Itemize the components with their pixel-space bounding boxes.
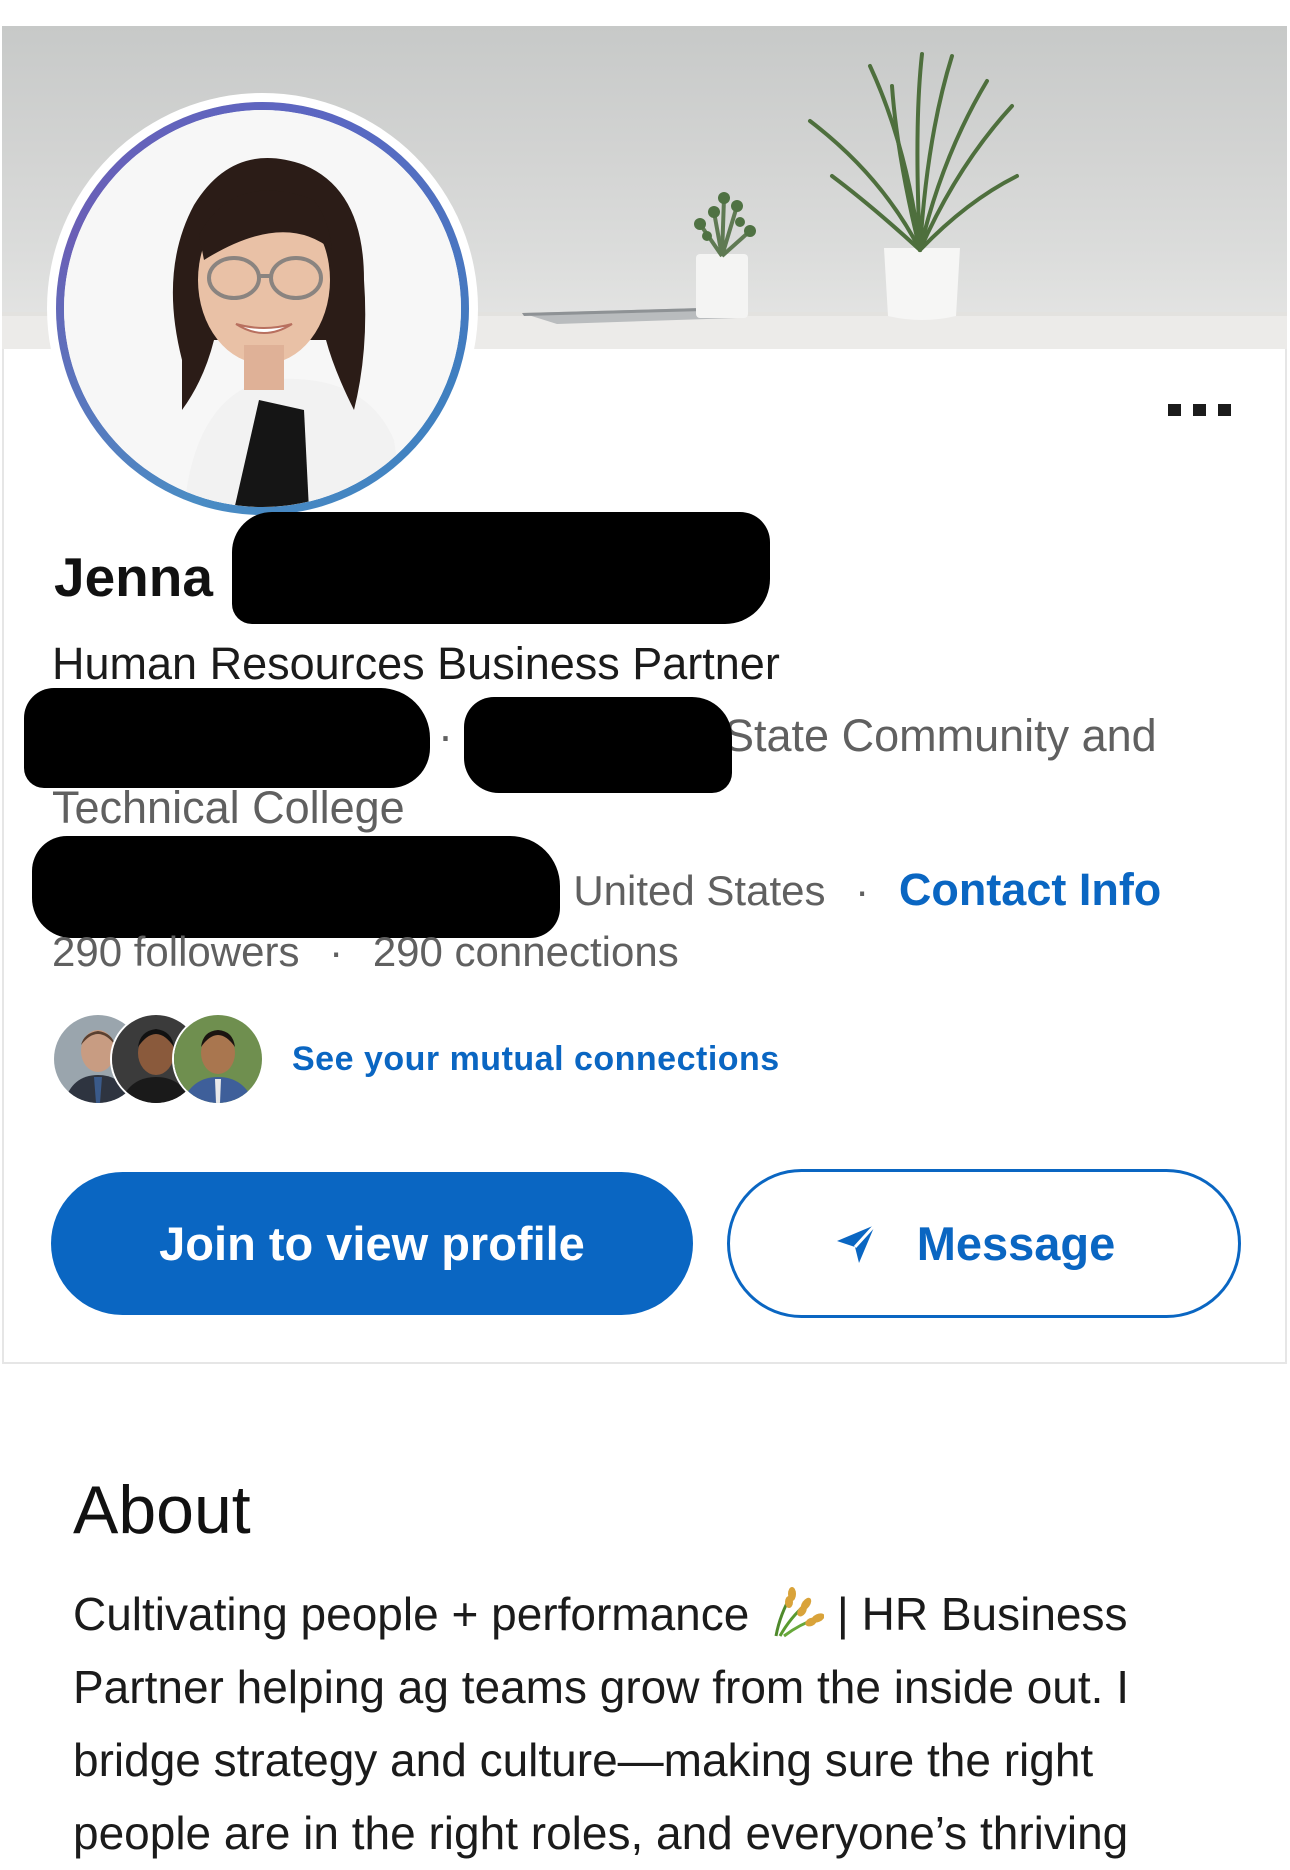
education-separator: ·	[438, 710, 453, 761]
education-school-name-cont: Technical College	[52, 782, 405, 833]
location-text: , United States	[550, 867, 826, 914]
followers-count: 290 followers	[52, 928, 300, 975]
message-button-label: Message	[916, 1217, 1116, 1270]
connections-count: 290 connections	[372, 928, 679, 975]
profile-name: Jenna	[54, 542, 213, 612]
location-separator: ·	[855, 867, 870, 914]
location-line: , United States · Contact Info	[550, 862, 1161, 919]
about-line-1b: | HR Business	[836, 1588, 1128, 1640]
redaction-name	[232, 512, 770, 624]
about-line-3: bridge strategy and culture—making sure …	[73, 1734, 1094, 1786]
about-line-2: Partner helping ag teams grow from the i…	[73, 1661, 1130, 1713]
profile-photo-image	[64, 110, 461, 507]
send-icon	[836, 1223, 876, 1263]
network-stats: 290 followers · 290 connections	[52, 924, 679, 980]
more-options-icon[interactable]	[1168, 404, 1232, 420]
stats-separator: ·	[329, 928, 344, 975]
education-school-name: State Community and	[724, 710, 1157, 761]
redaction-school	[464, 697, 732, 793]
mutual-connections-avatars[interactable]	[52, 1013, 264, 1105]
about-line-1a: Cultivating people + performance	[73, 1588, 750, 1640]
profile-first-name: Jenna	[54, 546, 213, 608]
redaction-location	[32, 836, 560, 938]
about-section-title: About	[73, 1472, 251, 1548]
profile-photo[interactable]	[56, 102, 469, 515]
about-section-text: Cultivating people + performance | HR Bu…	[73, 1578, 1233, 1870]
wheat-icon	[774, 1587, 825, 1638]
mutual-connections-link[interactable]: See your mutual connections	[292, 1040, 780, 1079]
message-button[interactable]: Message	[727, 1169, 1241, 1318]
redaction-company	[24, 688, 430, 788]
mutual-avatar	[172, 1013, 264, 1105]
join-button-label: Join to view profile	[159, 1217, 585, 1270]
join-to-view-profile-button[interactable]: Join to view profile	[51, 1172, 693, 1315]
about-line-4: people are in the right roles, and every…	[73, 1807, 1129, 1859]
contact-info-link[interactable]: Contact Info	[899, 864, 1161, 915]
profile-headline: Human Resources Business Partner	[52, 638, 780, 689]
